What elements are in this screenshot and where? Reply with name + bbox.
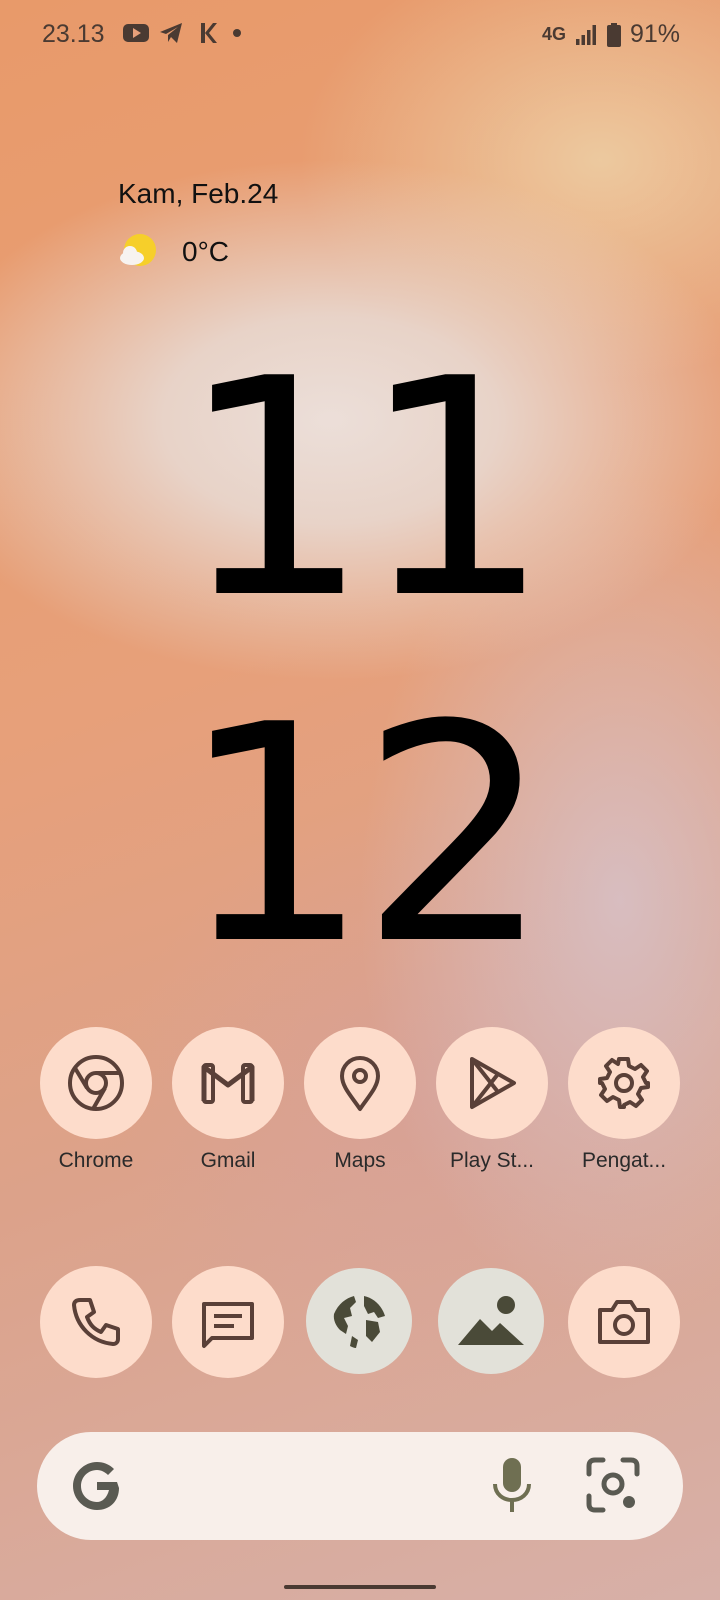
battery-icon	[606, 22, 621, 47]
app-gmail[interactable]: Gmail	[172, 1027, 284, 1173]
dock-phone[interactable]	[40, 1266, 152, 1378]
phone-icon	[72, 1298, 120, 1346]
dock-camera[interactable]	[568, 1266, 680, 1378]
temperature: 0°C	[182, 236, 229, 267]
lens-icon[interactable]	[585, 1456, 641, 1516]
dot-icon	[233, 29, 241, 37]
dock-gallery[interactable]	[438, 1268, 550, 1374]
app-chrome[interactable]: Chrome	[40, 1027, 152, 1173]
google-g-icon	[73, 1462, 119, 1510]
network-type: 4G	[541, 24, 566, 44]
app-label: Play St...	[449, 1149, 535, 1172]
browser-globe-icon	[330, 1292, 388, 1350]
weather-widget[interactable]: 0°C	[118, 232, 229, 272]
youtube-icon	[123, 24, 149, 42]
chrome-icon	[68, 1055, 124, 1111]
play-store-icon	[470, 1057, 516, 1109]
gmail-icon	[201, 1063, 255, 1104]
signal-icon	[575, 24, 596, 45]
app-maps[interactable]: Maps	[304, 1027, 416, 1173]
settings-gear-icon	[598, 1057, 650, 1109]
k-app-icon	[201, 23, 217, 43]
app-label: Maps	[334, 1149, 386, 1172]
telegram-icon	[160, 23, 182, 43]
app-label: Chrome	[58, 1149, 134, 1172]
clock-hours[interactable]: 11	[0, 340, 720, 640]
partly-cloudy-icon	[120, 234, 156, 266]
status-bar: 23.13 4G 91%	[0, 0, 720, 70]
google-search-bar[interactable]	[37, 1432, 683, 1540]
gallery-icon	[458, 1296, 524, 1345]
messages-icon	[202, 1302, 254, 1348]
camera-icon	[598, 1300, 650, 1344]
maps-pin-icon	[340, 1056, 380, 1111]
mic-icon[interactable]	[487, 1456, 537, 1516]
app-label: Gmail	[200, 1149, 256, 1172]
clock-minutes[interactable]: 12	[0, 686, 720, 986]
status-time: 23.13	[42, 20, 105, 48]
dock-browser[interactable]	[306, 1268, 418, 1374]
app-label: Pengat...	[581, 1149, 667, 1172]
gesture-nav-handle[interactable]	[284, 1585, 436, 1589]
date-text[interactable]: Kam, Feb.24	[118, 178, 278, 210]
dock-messages[interactable]	[172, 1266, 284, 1378]
battery-percent: 91%	[629, 20, 680, 48]
app-settings[interactable]: Pengat...	[568, 1027, 680, 1173]
app-play-store[interactable]: Play St...	[436, 1027, 548, 1173]
